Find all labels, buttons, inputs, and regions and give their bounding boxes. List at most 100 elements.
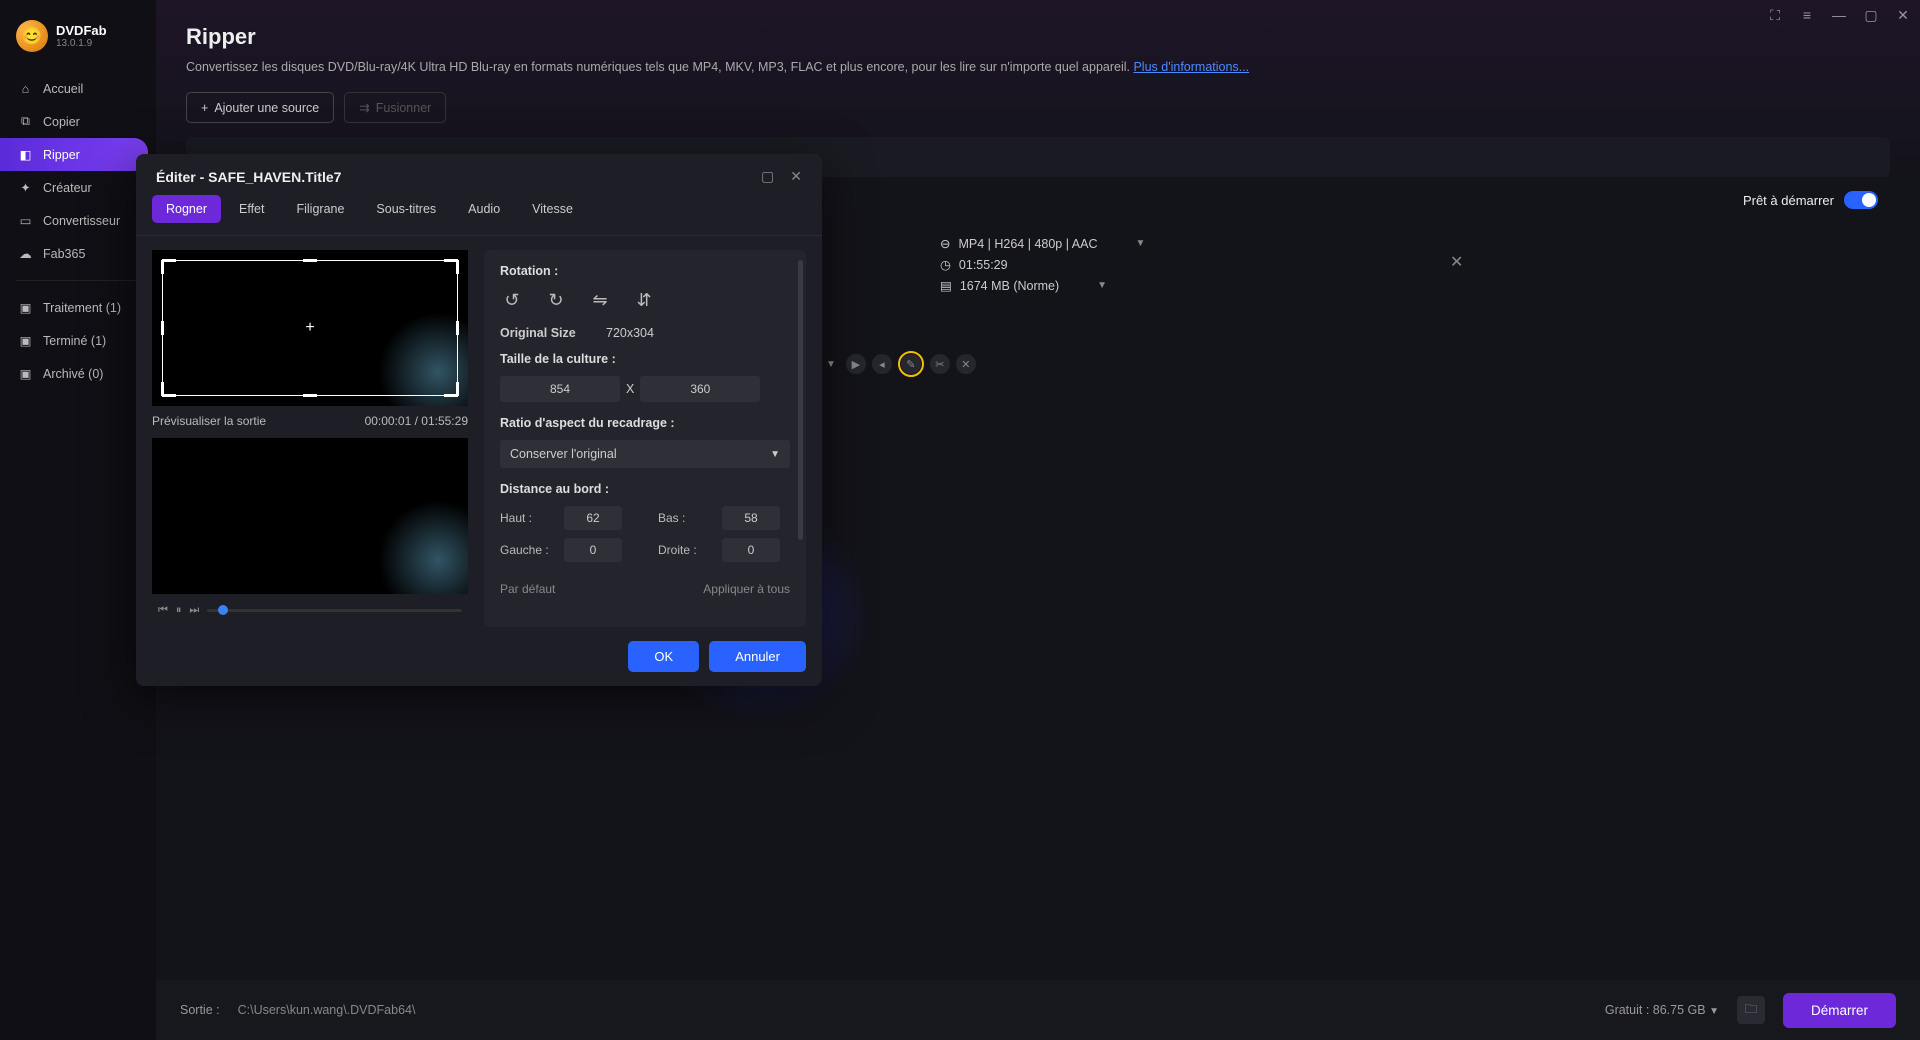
converter-icon: ▭ <box>18 213 33 228</box>
edit-icon[interactable]: ✎ <box>901 354 921 374</box>
crop-frame[interactable]: + <box>162 260 458 396</box>
x-separator: X <box>620 382 640 396</box>
crop-height-input[interactable] <box>640 376 760 402</box>
chevron-down-icon[interactable]: ▼ <box>826 359 836 370</box>
rotate-cw-icon[interactable]: ↻ <box>544 288 568 312</box>
player-bar: ⏮ ⏸ ⏭ <box>152 594 468 627</box>
app-logo-icon: 😊 <box>16 20 48 52</box>
sidebar-item-archive[interactable]: ▣Archivé (0) <box>0 357 156 390</box>
tab-effet[interactable]: Effet <box>225 195 278 223</box>
merge-button[interactable]: ⇉Fusionner <box>344 92 446 123</box>
sidebar-item-label: Ripper <box>43 148 80 162</box>
player-pause-icon[interactable]: ⏸ <box>176 604 182 617</box>
sidebar-item-label: Copier <box>43 115 80 129</box>
preview-output-label: Prévisualiser la sortie <box>152 414 266 428</box>
output-path[interactable]: C:\Users\kun.wang\.DVDFab64\ <box>238 1003 416 1017</box>
aspect-ratio-value: Conserver l'original <box>510 447 617 461</box>
ready-label: Prêt à démarrer <box>1743 193 1834 208</box>
start-button[interactable]: Démarrer <box>1783 993 1896 1028</box>
rotation-buttons: ↺ ↻ ⇋ ⇵ <box>500 288 790 312</box>
edge-left-input[interactable] <box>564 538 622 562</box>
crop-canvas[interactable]: + <box>152 250 468 406</box>
ripper-icon: ◧ <box>18 147 33 162</box>
flip-horizontal-icon[interactable]: ⇋ <box>588 288 612 312</box>
chevron-down-icon: ▼ <box>1709 1006 1719 1017</box>
original-size-row: Original Size 720x304 <box>500 326 790 340</box>
sidebar-item-createur[interactable]: ✦ Créateur <box>0 171 156 204</box>
flip-vertical-icon[interactable]: ⇵ <box>632 288 656 312</box>
player-thumb[interactable] <box>218 605 228 615</box>
chevron-down-icon: ▼ <box>770 449 780 460</box>
sidebar-item-accueil[interactable]: ⌂ Accueil <box>0 72 156 105</box>
free-space[interactable]: Gratuit : 86.75 GB ▼ <box>1605 1003 1719 1017</box>
sidebar-item-copier[interactable]: ⧉ Copier <box>0 105 156 138</box>
more-info-link[interactable]: Plus d'informations... <box>1133 60 1249 74</box>
page-description-text: Convertissez les disques DVD/Blu-ray/4K … <box>186 60 1133 74</box>
copy-icon: ⧉ <box>18 114 33 129</box>
chevron-down-icon[interactable]: ▼ <box>1135 238 1145 249</box>
format-icon: ⊖ <box>940 236 950 251</box>
player-track[interactable] <box>207 609 462 612</box>
ok-button[interactable]: OK <box>628 641 699 672</box>
chevron-down-icon[interactable]: ▼ <box>1097 280 1107 291</box>
tab-vitesse[interactable]: Vitesse <box>518 195 587 223</box>
remove-icon[interactable]: ✕ <box>956 354 976 374</box>
tab-audio[interactable]: Audio <box>454 195 514 223</box>
tab-sous-titres[interactable]: Sous-titres <box>362 195 450 223</box>
merge-icon: ⇉ <box>359 100 369 115</box>
add-source-button[interactable]: +Ajouter une source <box>186 92 334 123</box>
default-link[interactable]: Par défaut <box>500 582 555 596</box>
crop-size-label: Taille de la culture : <box>500 352 790 366</box>
sidebar-item-convertisseur[interactable]: ▭Convertisseur <box>0 204 156 237</box>
cloud-icon: ☁ <box>18 246 33 261</box>
original-size-value: 720x304 <box>606 326 654 340</box>
settings-scrollbar[interactable] <box>798 260 803 540</box>
original-size-label: Original Size <box>500 326 590 340</box>
rotate-ccw-icon[interactable]: ↺ <box>500 288 524 312</box>
modal-close-icon[interactable]: ✕ <box>790 168 802 185</box>
crop-center-icon[interactable]: + <box>305 319 314 337</box>
row-action-icons: ▼ ▶ ◂ ✎ ✂ ✕ <box>826 351 976 377</box>
player-prev-icon[interactable]: ⏮ <box>158 604 168 617</box>
storage-icon: ▤ <box>940 278 952 293</box>
rotation-label: Rotation : <box>500 264 790 278</box>
apply-all-link[interactable]: Appliquer à tous <box>703 582 790 596</box>
tab-filigrane[interactable]: Filigrane <box>282 195 358 223</box>
home-icon: ⌂ <box>18 81 33 96</box>
item-close-icon[interactable]: ✕ <box>1450 252 1463 272</box>
modal-maximize-icon[interactable]: ▢ <box>761 168 774 185</box>
item-format: MP4 | H264 | 480p | AAC <box>958 237 1097 251</box>
edge-distance-label: Distance au bord : <box>500 482 790 496</box>
edge-bottom-input[interactable] <box>722 506 780 530</box>
sidebar-item-ripper[interactable]: ◧ Ripper <box>0 138 148 171</box>
sidebar-item-label: Créateur <box>43 181 92 195</box>
preview-column: + Prévisualiser la sortie 00:00:01 / 01:… <box>152 250 468 627</box>
sidebar-item-label: Traitement (1) <box>43 301 121 315</box>
sidebar-item-fab365[interactable]: ☁Fab365 <box>0 237 156 270</box>
sidebar-item-label: Terminé (1) <box>43 334 106 348</box>
modal-body: + Prévisualiser la sortie 00:00:01 / 01:… <box>136 236 822 627</box>
edge-top-input[interactable] <box>564 506 622 530</box>
edge-distance-box: Distance au bord : Haut : Bas : Gauche :… <box>500 472 790 574</box>
settings-icon[interactable]: ✂ <box>930 354 950 374</box>
page-description: Convertissez les disques DVD/Blu-ray/4K … <box>186 60 1890 74</box>
ready-toggle[interactable] <box>1844 191 1878 209</box>
output-label: Sortie : <box>180 1003 220 1017</box>
play-icon[interactable]: ▶ <box>846 354 866 374</box>
edge-right-input[interactable] <box>722 538 780 562</box>
sidebar-item-traitement[interactable]: ▣Traitement (1) <box>0 291 156 324</box>
chapter-icon[interactable]: ◂ <box>872 354 892 374</box>
crop-width-input[interactable] <box>500 376 620 402</box>
cancel-button[interactable]: Annuler <box>709 641 806 672</box>
player-next-icon[interactable]: ⏭ <box>189 604 199 617</box>
app-version: 13.0.1.9 <box>56 38 107 49</box>
sidebar-item-termine[interactable]: ▣Terminé (1) <box>0 324 156 357</box>
open-folder-button[interactable]: 🗀 <box>1737 996 1765 1024</box>
item-duration: 01:55:29 <box>959 258 1008 272</box>
creator-icon: ✦ <box>18 180 33 195</box>
sidebar-item-label: Accueil <box>43 82 83 96</box>
tab-rogner[interactable]: Rogner <box>152 195 221 223</box>
modal-header: Éditer - SAFE_HAVEN.Title7 ▢ ✕ <box>136 154 822 195</box>
aspect-ratio-select[interactable]: Conserver l'original ▼ <box>500 440 790 468</box>
edge-bottom-label: Bas : <box>658 511 714 525</box>
